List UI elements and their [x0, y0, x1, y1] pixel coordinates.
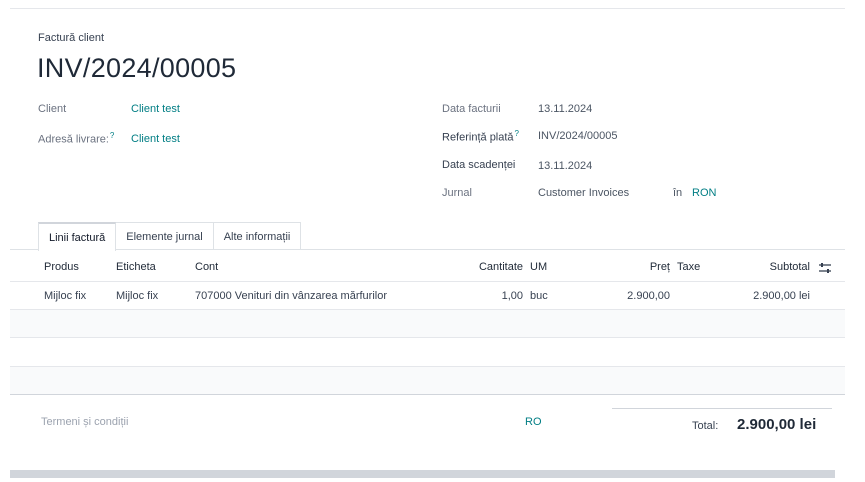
column-header-account[interactable]: Cont: [195, 261, 218, 273]
invoice-date-label: Data facturii: [442, 103, 501, 115]
journal-field[interactable]: Customer Invoices: [538, 187, 629, 199]
help-icon[interactable]: ?: [515, 129, 519, 138]
tab-other-info[interactable]: Alte informații: [212, 222, 302, 250]
total-amount: 2.900,00 lei: [737, 416, 817, 433]
tab-invoice-lines[interactable]: Linii factură: [38, 222, 117, 251]
client-field[interactable]: Client test: [131, 103, 180, 115]
payment-reference-field[interactable]: INV/2024/00005: [538, 130, 618, 142]
journal-in-text: în: [673, 187, 683, 199]
column-header-uom[interactable]: UM: [530, 261, 547, 273]
help-icon[interactable]: ?: [110, 131, 114, 140]
cell-subtotal[interactable]: 2.900,00 lei: [753, 290, 810, 302]
empty-table-row: [10, 338, 845, 366]
invoice-type-label: Factură client: [38, 32, 105, 44]
column-header-label[interactable]: Eticheta: [116, 261, 156, 273]
cell-uom[interactable]: buc: [530, 290, 548, 302]
language-indicator[interactable]: RO: [525, 416, 542, 428]
journal-label: Jurnal: [442, 187, 472, 199]
currency-field[interactable]: RON: [692, 187, 716, 199]
terms-and-conditions-field[interactable]: Termeni și condiții: [41, 416, 128, 428]
column-header-quantity[interactable]: Cantitate: [479, 261, 523, 273]
cell-account[interactable]: 707000 Venituri din vânzarea mărfurilor: [195, 290, 387, 302]
client-label: Client: [38, 103, 67, 115]
cell-price[interactable]: 2.900,00: [627, 290, 670, 302]
invoice-number: INV/2024/00005: [37, 53, 237, 83]
due-date-label: Data scadenței: [442, 159, 516, 171]
column-header-product[interactable]: Produs: [44, 261, 79, 273]
column-header-taxes[interactable]: Taxe: [677, 261, 700, 273]
optional-columns-icon[interactable]: [818, 261, 832, 275]
total-label: Total:: [692, 420, 719, 432]
cell-quantity[interactable]: 1,00: [502, 290, 523, 302]
tab-journal-items[interactable]: Elemente jurnal: [115, 222, 214, 250]
invoice-date-field[interactable]: 13.11.2024: [538, 103, 592, 115]
tabs-divider: [10, 249, 845, 250]
cell-label[interactable]: Mijloc fix: [116, 290, 158, 302]
delivery-address-field[interactable]: Client test: [131, 133, 180, 145]
notebook-tabs: Linii factură Elemente jurnal Alte infor…: [38, 222, 302, 251]
due-date-field[interactable]: 13.11.2024: [538, 160, 592, 172]
delivery-address-label-text: Adresă livrare:: [38, 133, 109, 146]
column-header-price[interactable]: Preț: [650, 261, 670, 273]
delivery-address-label: Adresă livrare:?: [38, 131, 114, 146]
empty-table-row: [10, 367, 845, 394]
total-separator: [612, 408, 832, 409]
form-top-border: [10, 8, 845, 9]
horizontal-scrollbar[interactable]: [10, 470, 835, 478]
column-header-subtotal[interactable]: Subtotal: [770, 261, 810, 273]
payment-reference-label: Referință plată?: [442, 129, 519, 144]
table-bottom-border: [10, 394, 845, 395]
cell-product[interactable]: Mijloc fix: [44, 290, 86, 302]
empty-table-row: [10, 310, 845, 337]
payment-reference-label-text: Referință plată: [442, 131, 514, 144]
